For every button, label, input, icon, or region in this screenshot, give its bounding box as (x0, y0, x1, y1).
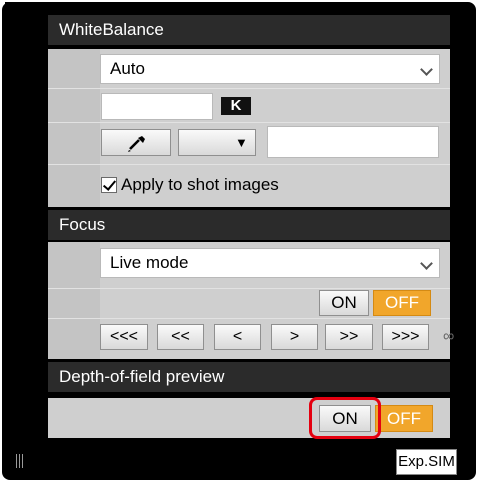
focus-gutter (48, 242, 100, 359)
divider (48, 164, 450, 165)
window-frame: WhiteBalance Auto K ▼ Apply to shot imag… (2, 2, 476, 480)
whitebalance-title: WhiteBalance (59, 20, 164, 39)
apply-to-shot-images-checkbox[interactable] (101, 177, 117, 193)
whitebalance-gutter (48, 49, 100, 207)
divider (48, 122, 450, 123)
divider (48, 318, 450, 319)
focus-far-medium-button[interactable]: >> (325, 324, 373, 350)
settings-panel: WhiteBalance Auto K ▼ Apply to shot imag… (5, 2, 460, 474)
focus-far-small-button[interactable]: > (271, 324, 318, 350)
eyedropper-button[interactable] (101, 129, 171, 156)
dof-off-button[interactable]: OFF (375, 405, 433, 432)
focus-mode-value: Live mode (110, 253, 189, 272)
wb-preset-dropdown[interactable]: ▼ (178, 129, 256, 156)
focus-off-button[interactable]: OFF (373, 290, 431, 316)
focus-near-large-button[interactable]: <<< (100, 324, 148, 350)
whitebalance-mode-value: Auto (110, 59, 145, 78)
focus-near-small-button[interactable]: < (214, 324, 261, 350)
focus-near-medium-button[interactable]: << (157, 324, 204, 350)
chevron-down-icon (420, 257, 433, 270)
focus-header: Focus (48, 210, 450, 240)
focus-on-button[interactable]: ON (319, 290, 369, 316)
divider (48, 288, 450, 289)
infinity-icon: ∞ (443, 328, 455, 345)
focus-title: Focus (59, 215, 106, 234)
dof-preview-header: Depth-of-field preview (48, 362, 450, 392)
kelvin-unit-badge: K (221, 97, 251, 115)
focus-far-large-button[interactable]: >>> (382, 324, 429, 350)
resize-grip[interactable] (16, 454, 26, 468)
divider (48, 88, 450, 89)
eyedropper-icon (128, 136, 145, 152)
color-temperature-field[interactable] (101, 93, 213, 120)
chevron-down-icon (420, 63, 433, 76)
whitebalance-header: WhiteBalance (48, 15, 450, 45)
exposure-simulation-badge: Exp.SIM (396, 449, 457, 475)
dropdown-arrow-icon: ▼ (235, 135, 248, 150)
wb-value-field[interactable] (267, 126, 439, 158)
dof-preview-title: Depth-of-field preview (59, 367, 225, 386)
highlight-annotation (309, 397, 381, 439)
whitebalance-mode-select[interactable]: Auto (100, 54, 440, 84)
apply-to-shot-images-label: Apply to shot images (121, 175, 279, 194)
focus-mode-select[interactable]: Live mode (100, 248, 440, 278)
